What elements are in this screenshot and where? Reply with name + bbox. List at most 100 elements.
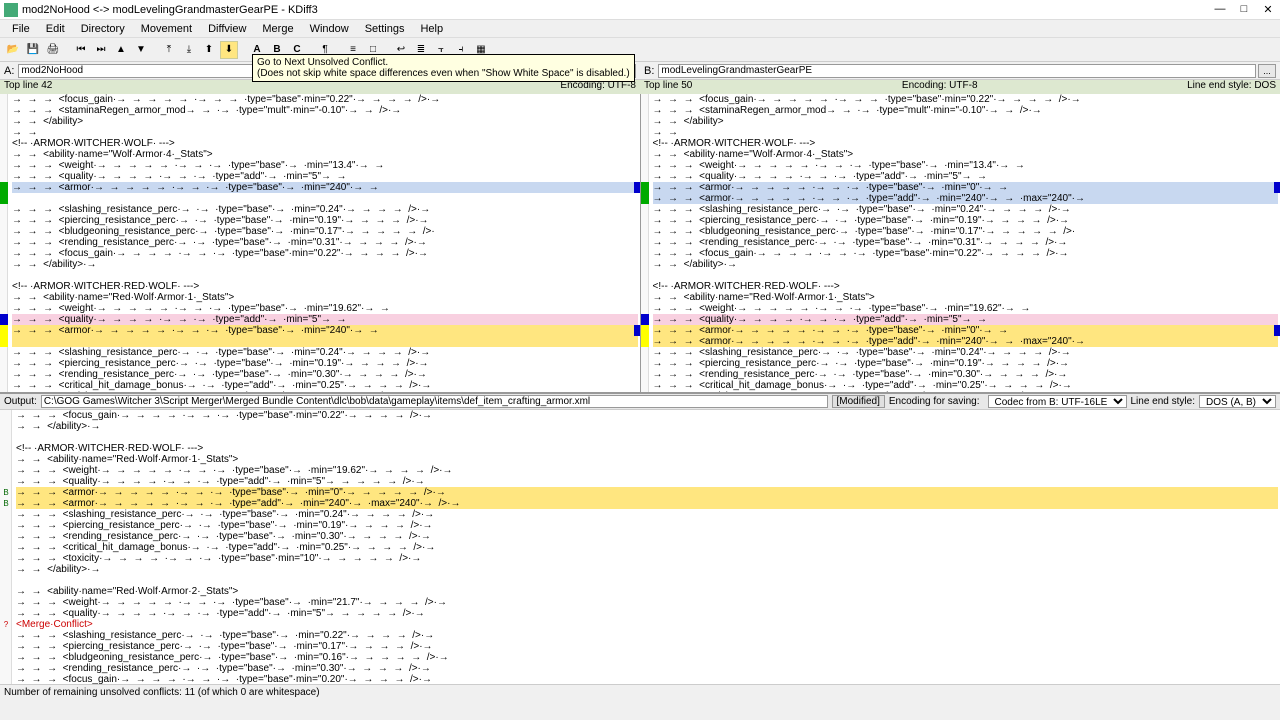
output-line: → → → <piercing_resistance_perc·→ ·→ ·ty… <box>16 641 1278 652</box>
output-enc-select[interactable]: Codec from B: UTF-16LE <box>988 395 1127 408</box>
toolbar: 📂 💾 🖨 ⏮ ⏭ ▲ ▼ ⤒ ⤓ ⬆ ⬇ A B C ¶ ≡ □ ↩ ≣ ⫟ … <box>0 38 1280 62</box>
code-line: → → </ability>·→ <box>12 259 638 270</box>
code-line: → → → <critical_hit_damage_bonus·→ ·→ ·t… <box>12 380 638 391</box>
code-line: → → → <armor·→ → → → → ·→ → ·→ ·type="ad… <box>653 193 1279 204</box>
code-line: → → → <piercing_resistance_perc·→ ·→ ·ty… <box>12 215 638 226</box>
go-last-icon[interactable]: ⏭ <box>92 41 110 59</box>
menu-edit[interactable]: Edit <box>38 23 73 35</box>
output-line: → → → <toxicity·→ → → → ·→ → ·→ ·type="b… <box>16 553 1278 564</box>
output-line: → → → <weight·→ → → → → ·→ → ·→ ·type="b… <box>16 465 1278 476</box>
code-line: → → → <armor·→ → → → → ·→ → ·→ ·type="ba… <box>12 182 638 193</box>
go-top-icon[interactable]: ⤒ <box>160 41 178 59</box>
code-line: → → → <slashing_resistance_perc·→ ·→ ·ty… <box>12 204 638 215</box>
output-line: → → → <focus_gain·→ → → → ·→ → ·→ ·type=… <box>16 674 1278 684</box>
prev-conflict-icon[interactable]: ⬆ <box>200 41 218 59</box>
tooltip: Go to Next Unsolved Conflict. (Does not … <box>252 54 635 82</box>
code-line: → → → <armor·→ → → → → ·→ → ·→ ·type="ba… <box>653 182 1279 193</box>
code-line: → → → <quality·→ → → → ·→ → ·→ ·type="ad… <box>653 171 1279 182</box>
code-line: → → → <quality·→ → → → ·→ → ·→ ·type="ad… <box>12 314 638 325</box>
save-icon[interactable]: 💾 <box>24 41 42 59</box>
status-text: Number of remaining unsolved conflicts: … <box>4 687 320 698</box>
code-line: → → → <rending_resistance_perc·→ ·→ ·typ… <box>653 237 1279 248</box>
code-line: → → → <bludgeoning_resistance_perc·→ ·ty… <box>12 226 638 237</box>
minimize-button[interactable]: — <box>1212 3 1228 16</box>
go-next-icon[interactable]: ▼ <box>132 41 150 59</box>
code-line: → → → <rending_resistance_perc·→ ·→ ·typ… <box>12 369 638 380</box>
code-line: → → → <rending_resistance_perc·→ ·→ ·typ… <box>12 237 638 248</box>
path-a-label: A: <box>4 65 14 77</box>
code-line: → → </ability> <box>653 116 1279 127</box>
code-line: → → → <piercing_resistance_perc·→ ·→ ·ty… <box>12 358 638 369</box>
output-line: → → <ability·name="Red·Wolf·Armor·2·_Sta… <box>16 586 1278 597</box>
go-bottom-icon[interactable]: ⤓ <box>180 41 198 59</box>
print-icon[interactable]: 🖨 <box>44 41 62 59</box>
info-a-topline: Top line 42 <box>4 80 52 94</box>
code-line: → → → <focus_gain·→ → → → → ·→ → → ·type… <box>653 94 1279 105</box>
path-b-browse[interactable]: ... <box>1258 64 1276 78</box>
info-a: Top line 42 Encoding: UTF-8 <box>0 80 640 94</box>
menu-settings[interactable]: Settings <box>357 23 413 35</box>
output-line: → → → <armor·→ → → → → ·→ → ·→ ·type="ba… <box>16 487 1278 498</box>
menu-window[interactable]: Window <box>302 23 357 35</box>
code-line: → → → <slashing_resistance_perc·→ ·→ ·ty… <box>653 204 1279 215</box>
output-path[interactable] <box>41 395 828 408</box>
titlebar: mod2NoHood <-> modLevelingGrandmasterGea… <box>0 0 1280 20</box>
code-line: <!-- ·ARMOR·WITCHER·RED·WOLF· ---> <box>653 281 1279 292</box>
output-line: → → → <piercing_resistance_perc·→ ·→ ·ty… <box>16 520 1278 531</box>
tooltip-line1: Go to Next Unsolved Conflict. <box>257 57 630 68</box>
output-lineend-select[interactable]: DOS (A, B) <box>1199 395 1276 408</box>
menu-directory[interactable]: Directory <box>73 23 133 35</box>
code-line: → → → <armor·→ → → → → ·→ → ·→ ·type="ba… <box>653 325 1279 336</box>
code-line: → → → <slashing_resistance_perc·→ ·→ ·ty… <box>653 347 1279 358</box>
go-prev-icon[interactable]: ▲ <box>112 41 130 59</box>
code-line: → → <box>653 127 1279 138</box>
go-first-icon[interactable]: ⏮ <box>72 41 90 59</box>
code-line: → → → <rending_resistance_perc·→ ·→ ·typ… <box>653 369 1279 380</box>
output-pane[interactable]: BB? → → → <focus_gain·→ → → → ·→ → ·→ ·t… <box>0 410 1280 684</box>
menu-help[interactable]: Help <box>412 23 451 35</box>
menu-merge[interactable]: Merge <box>254 23 301 35</box>
output-line <box>16 432 1278 443</box>
menubar: FileEditDirectoryMovementDiffviewMergeWi… <box>0 20 1280 38</box>
code-line: → → → <toxicity·→ → → → ·→ → ·→ ·type="b… <box>653 391 1279 392</box>
path-b-input[interactable] <box>658 64 1256 78</box>
output-line: → → → <critical_hit_damage_bonus·→ ·→ ·t… <box>16 542 1278 553</box>
output-line: → → → <slashing_resistance_perc·→ ·→ ·ty… <box>16 630 1278 641</box>
close-button[interactable]: ✕ <box>1260 3 1276 16</box>
code-line <box>12 193 638 204</box>
code-line: <!-- ·ARMOR·WITCHER·RED·WOLF· ---> <box>12 281 638 292</box>
output-line: → → → <quality·→ → → → ·→ → ·→ ·type="ad… <box>16 476 1278 487</box>
pane-b[interactable]: → → → <focus_gain·→ → → → → ·→ → → ·type… <box>641 94 1280 392</box>
output-modified: [Modified] <box>832 395 885 408</box>
output-line: → → </ability>·→ <box>16 421 1278 432</box>
code-line: → → → <weight·→ → → → → ·→ → ·→ ·type="b… <box>653 160 1279 171</box>
code-line: → → → <weight·→ → → → → ·→ → ·→ ·type="b… <box>12 303 638 314</box>
info-b-encoding: Encoding: UTF-8 <box>902 80 978 94</box>
output-line: <!-- ·ARMOR·WITCHER·RED·WOLF· ---> <box>16 443 1278 454</box>
menu-file[interactable]: File <box>4 23 38 35</box>
code-line: → → </ability> <box>12 116 638 127</box>
menu-movement[interactable]: Movement <box>133 23 200 35</box>
output-line: → → → <focus_gain·→ → → → ·→ → ·→ ·type=… <box>16 410 1278 421</box>
tooltip-line2: (Does not skip white space differences e… <box>257 68 630 79</box>
code-line: → → <ability·name="Wolf·Armor·4·_Stats"> <box>653 149 1279 160</box>
info-a-encoding: Encoding: UTF-8 <box>560 80 636 94</box>
output-line: → → <ability·name="Red·Wolf·Armor·1·_Sta… <box>16 454 1278 465</box>
output-line: → → → <armor·→ → → → → ·→ → ·→ ·type="ad… <box>16 498 1278 509</box>
next-conflict-icon[interactable]: ⬇ <box>220 41 238 59</box>
code-line: → → <ability·name="Red·Wolf·Armor·1·_Sta… <box>653 292 1279 303</box>
code-line: → → → <slashing_resistance_perc·→ ·→ ·ty… <box>12 347 638 358</box>
pane-a[interactable]: → → → <focus_gain·→ → → → → ·→ → → ·type… <box>0 94 641 392</box>
menu-diffview[interactable]: Diffview <box>200 23 254 35</box>
output-lineend-label: Line end style: <box>1131 396 1196 407</box>
open-icon[interactable]: 📂 <box>4 41 22 59</box>
info-b: Top line 50 Encoding: UTF-8 Line end sty… <box>640 80 1280 94</box>
code-line: → → → <toxicity·→ → → → ·→ → ·→ ·type="b… <box>12 391 638 392</box>
output-label: Output: <box>0 396 41 407</box>
output-line: → → → <bludgeoning_resistance_perc·→ ·ty… <box>16 652 1278 663</box>
code-line: → → → <armor·→ → → → → ·→ → ·→ ·type="ad… <box>653 336 1279 347</box>
code-line: → → <ability·name="Red·Wolf·Armor·1·_Sta… <box>12 292 638 303</box>
output-line: → → → <rending_resistance_perc·→ ·→ ·typ… <box>16 531 1278 542</box>
output-line <box>16 575 1278 586</box>
maximize-button[interactable]: □ <box>1236 3 1252 16</box>
